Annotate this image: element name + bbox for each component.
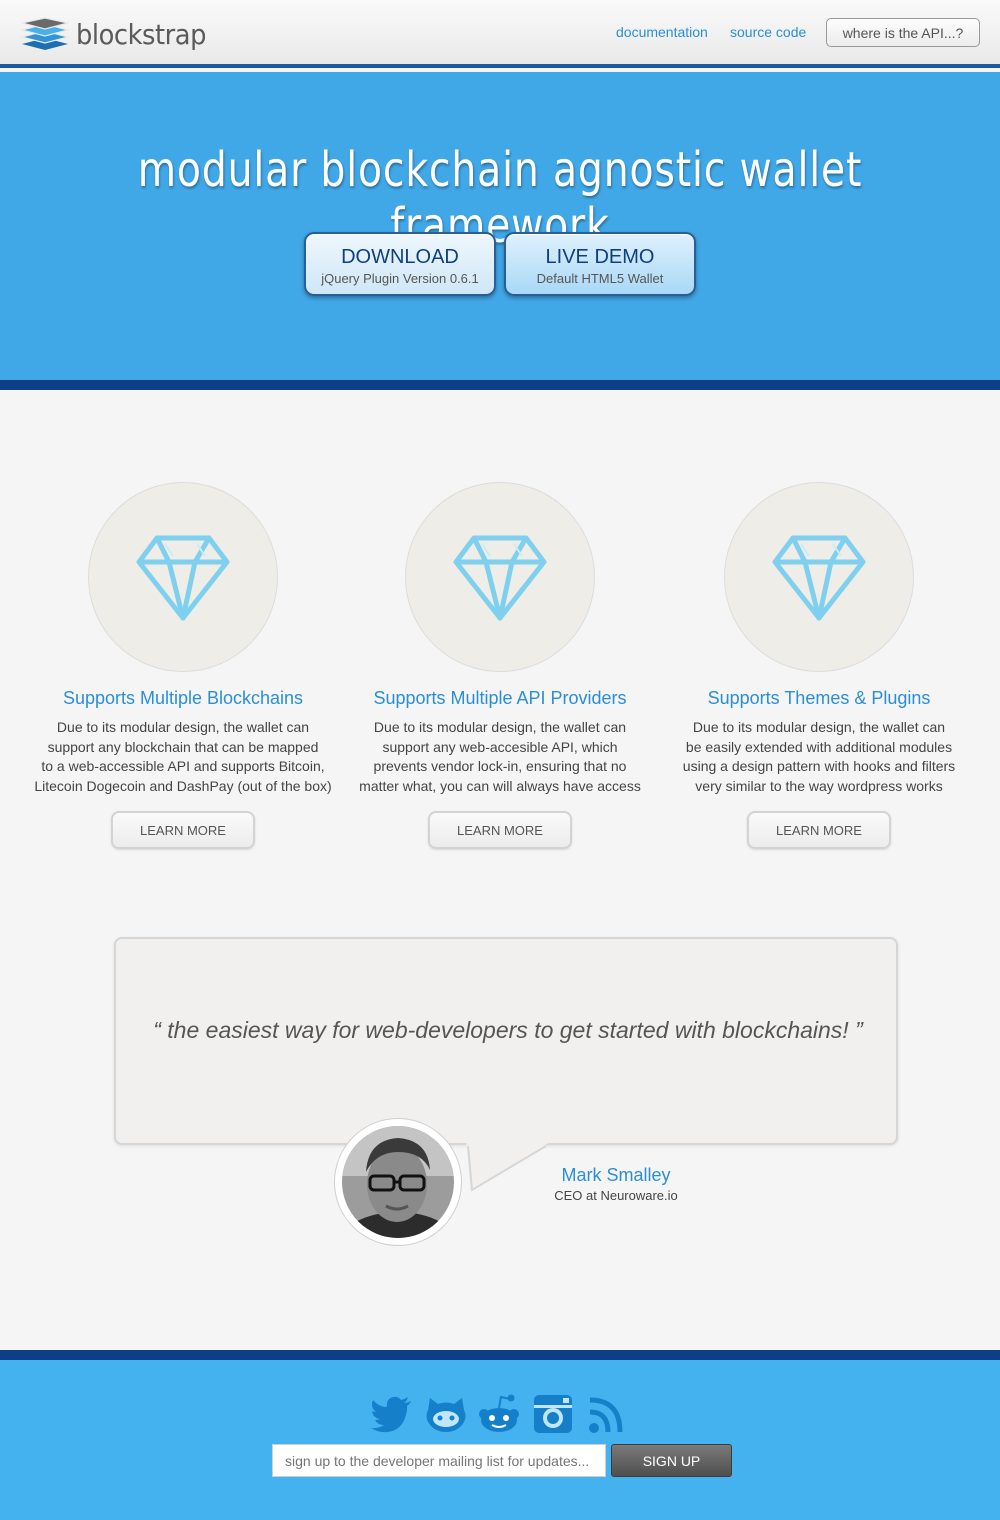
feature-title: Supports Multiple API Providers [373, 688, 627, 708]
testimonial-name[interactable]: Mark Smalley [516, 1165, 716, 1186]
diamond-icon [772, 535, 866, 621]
live-demo-sublabel: Default HTML5 Wallet [536, 271, 664, 286]
feature-text-line: Due to its modular design, the wallet ca… [373, 719, 627, 735]
learn-more-button[interactable]: LEARN MORE [428, 811, 572, 849]
feature-text-line: matter what, you can will always have ac… [359, 777, 641, 794]
feature-description: Due to its modular design, the wallet ca… [340, 718, 660, 796]
feature-text-line: support any web-accesible API, which [382, 738, 618, 755]
instagram-icon[interactable] [531, 1392, 575, 1436]
layers-logo-icon [20, 17, 70, 50]
live-demo-label: LIVE DEMO [545, 246, 655, 268]
feature-text-line: prevents vendor lock-in, ensuring that n… [373, 758, 627, 774]
feature-text-line: very similar to the way wordpress works [695, 777, 943, 794]
nav-documentation-link[interactable]: documentation [616, 24, 708, 40]
download-sublabel: jQuery Plugin Version 0.6.1 [321, 271, 479, 286]
testimonial-role: CEO at Neuroware.io [554, 1188, 678, 1203]
github-icon[interactable] [424, 1392, 468, 1436]
twitter-icon[interactable] [369, 1392, 413, 1436]
api-button[interactable]: where is the API...? [826, 18, 980, 47]
feature-api-providers: Supports Multiple API Providers Due to i… [340, 482, 660, 849]
testimonial-bubble: “ the easiest way for web-developers to … [114, 937, 898, 1145]
brand-name: blockstrap [76, 17, 207, 51]
avatar [334, 1118, 462, 1246]
feature-blockchains: Supports Multiple Blockchains Due to its… [23, 482, 343, 849]
feature-title: Supports Themes & Plugins [707, 688, 931, 708]
sign-up-button[interactable]: SIGN UP [611, 1444, 732, 1477]
feature-icon-circle [724, 482, 914, 672]
feature-title: Supports Multiple Blockchains [62, 688, 304, 708]
feature-description: Due to its modular design, the wallet ca… [23, 718, 343, 796]
top-navbar: blockstrap documentation source code whe… [0, 0, 1000, 68]
download-button[interactable]: DOWNLOAD jQuery Plugin Version 0.6.1 [304, 232, 496, 296]
feature-icon-circle [88, 482, 278, 672]
hero-title: modular blockchain agnostic wallet frame… [137, 142, 863, 254]
feature-text-line: Litecoin Dogecoin and DashPay (out of th… [34, 777, 332, 794]
feature-text-line: be easily extended with additional modul… [685, 738, 953, 755]
person-photo-icon [342, 1126, 454, 1238]
learn-more-button[interactable]: LEARN MORE [111, 811, 255, 849]
download-label: DOWNLOAD [341, 246, 459, 268]
feature-icon-circle [405, 482, 595, 672]
feature-description: Due to its modular design, the wallet ca… [659, 718, 979, 796]
feature-text-line: Due to its modular design, the wallet ca… [56, 719, 310, 735]
feature-text-line: to a web-accessible API and supports Bit… [41, 758, 325, 774]
feature-themes-plugins: Supports Themes & Plugins Due to its mod… [659, 482, 979, 849]
testimonial-quote: “ the easiest way for web-developers to … [153, 1017, 863, 1043]
email-signup-input[interactable] [272, 1444, 606, 1477]
feature-text-line: Due to its modular design, the wallet ca… [692, 719, 946, 735]
reddit-icon[interactable] [477, 1392, 521, 1436]
nav-source-code-link[interactable]: source code [730, 24, 806, 40]
feature-text-line: support any blockchain that can be mappe… [47, 738, 319, 755]
live-demo-button[interactable]: LIVE DEMO Default HTML5 Wallet [504, 232, 696, 296]
feature-text-line: using a design pattern with hooks and fi… [682, 758, 956, 774]
diamond-icon [453, 535, 547, 621]
diamond-icon [136, 535, 230, 621]
logo[interactable]: blockstrap [20, 14, 217, 54]
rss-icon[interactable] [586, 1392, 630, 1436]
hero-banner: modular blockchain agnostic wallet frame… [0, 72, 1000, 390]
learn-more-button[interactable]: LEARN MORE [747, 811, 891, 849]
